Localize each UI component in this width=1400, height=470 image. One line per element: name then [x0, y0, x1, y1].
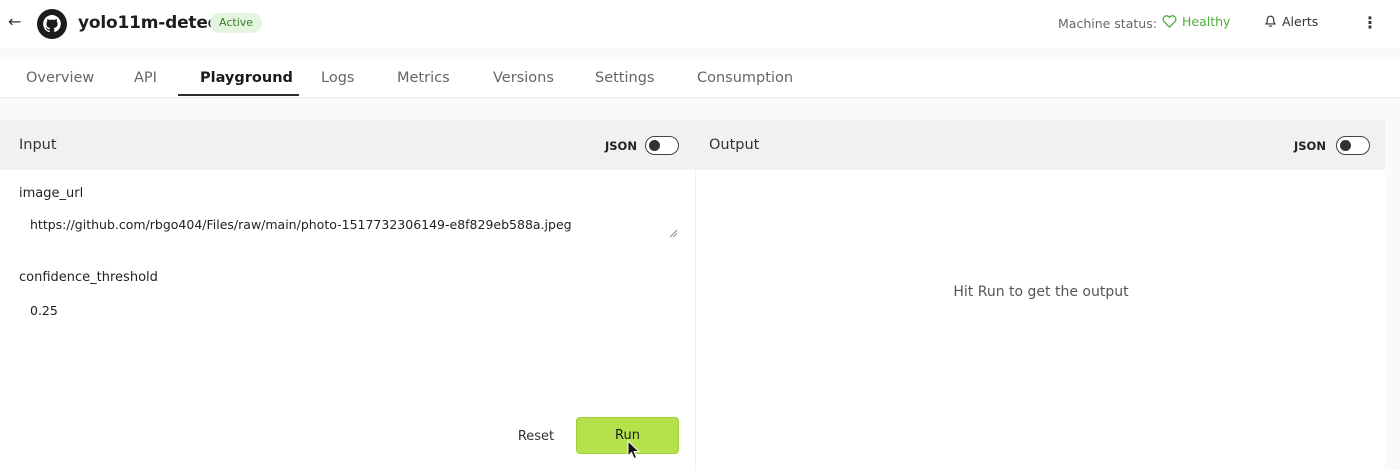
alerts-label: Alerts	[1282, 14, 1319, 29]
image-url-input[interactable]: https://github.com/rbgo404/Files/raw/mai…	[30, 217, 572, 232]
playground-panel-header: Input JSON Output JSON	[0, 120, 1385, 170]
arrow-left-icon[interactable]: ←	[8, 12, 26, 32]
status-badge: Active	[210, 13, 263, 33]
output-json-toggle[interactable]	[1336, 136, 1370, 155]
tab-metrics[interactable]: Metrics	[397, 70, 450, 86]
top-bar: ← yolo11m-detect Active Machine status: …	[0, 0, 1400, 48]
confidence-threshold-input[interactable]: 0.25	[30, 303, 58, 318]
tab-api[interactable]: API	[134, 70, 157, 86]
input-json-label: JSON	[605, 139, 637, 153]
output-json-label: JSON	[1294, 139, 1326, 153]
machine-health-text: Healthy	[1182, 14, 1231, 29]
toggle-knob	[1340, 139, 1351, 151]
confidence-threshold-label: confidence_threshold	[19, 270, 158, 285]
input-panel: image_url https://github.com/rbgo404/Fil…	[0, 170, 695, 470]
tab-consumption[interactable]: Consumption	[697, 70, 793, 86]
tab-settings[interactable]: Settings	[595, 70, 654, 86]
toggle-knob	[649, 139, 660, 151]
mouse-cursor-icon	[627, 440, 641, 460]
output-panel: Hit Run to get the output	[695, 170, 1385, 470]
active-tab-indicator	[178, 94, 299, 96]
bell-icon	[1264, 15, 1277, 28]
output-placeholder: Hit Run to get the output	[953, 284, 1129, 300]
github-icon	[37, 9, 67, 39]
kebab-menu-icon[interactable]: ⋮	[1362, 12, 1378, 34]
tab-logs[interactable]: Logs	[321, 70, 354, 86]
reset-button[interactable]: Reset	[508, 423, 564, 449]
tab-overview[interactable]: Overview	[26, 70, 94, 86]
machine-health: Healthy	[1162, 14, 1230, 29]
image-url-label: image_url	[19, 186, 84, 201]
resize-handle-icon[interactable]	[668, 228, 678, 238]
model-name: yolo11m-detect	[78, 13, 226, 33]
tab-versions[interactable]: Versions	[493, 70, 554, 86]
input-title: Input	[19, 137, 57, 153]
output-title: Output	[709, 137, 760, 153]
heart-icon	[1162, 15, 1177, 29]
input-json-toggle[interactable]	[645, 136, 679, 155]
tab-bar: Overview API Playground Logs Metrics Ver…	[0, 60, 1400, 98]
machine-status-label: Machine status:	[1058, 16, 1157, 31]
alerts-button[interactable]: Alerts	[1264, 14, 1318, 29]
tab-playground[interactable]: Playground	[200, 70, 293, 86]
